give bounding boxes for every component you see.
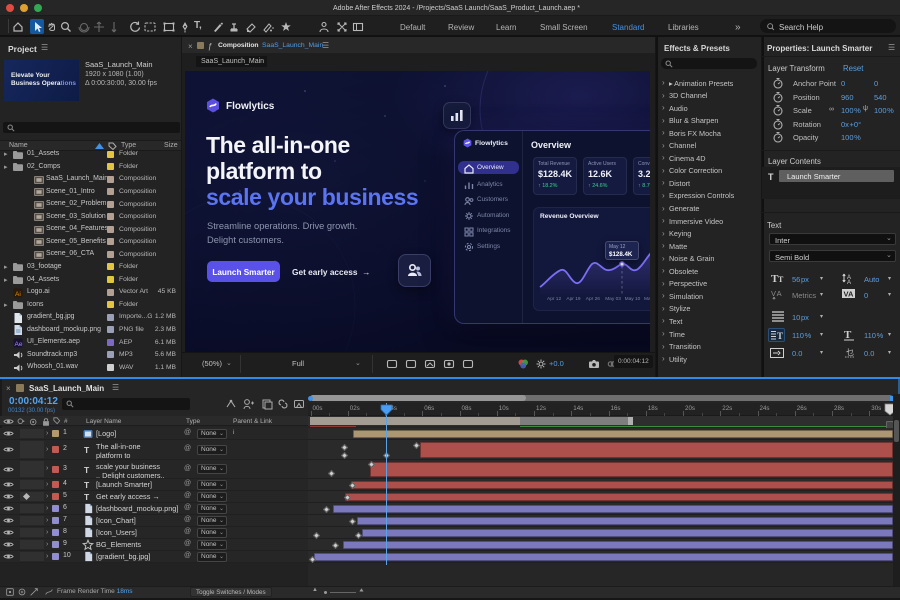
svg-text:A: A <box>847 280 851 286</box>
svg-text:T: T <box>778 275 784 284</box>
svg-text:VA: VA <box>844 290 854 299</box>
svg-text:T: T <box>844 329 852 341</box>
svg-text:T: T <box>777 331 783 341</box>
svg-text:V A: V A <box>771 289 782 298</box>
svg-text:乜: 乜 <box>846 348 854 357</box>
svg-text:Ae: Ae <box>15 341 23 348</box>
svg-text:Ai: Ai <box>15 291 21 298</box>
